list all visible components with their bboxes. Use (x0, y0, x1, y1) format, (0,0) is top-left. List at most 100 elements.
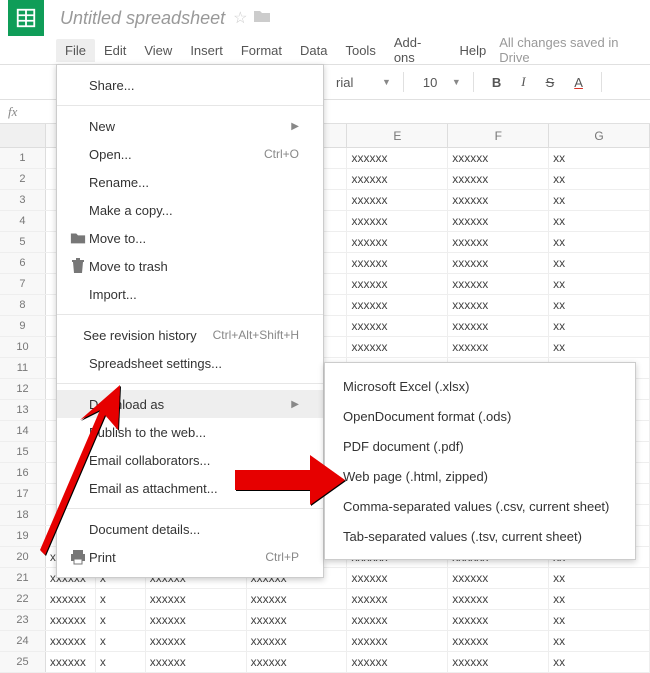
cell[interactable]: xx (549, 295, 650, 315)
row-header[interactable]: 13 (0, 400, 46, 420)
cell[interactable]: xxxxxx (448, 652, 549, 672)
row-header[interactable]: 10 (0, 337, 46, 357)
move-folder-icon[interactable] (253, 9, 271, 28)
cell[interactable]: xxxxxx (448, 190, 549, 210)
row-header[interactable]: 22 (0, 589, 46, 609)
menu-item-download-as[interactable]: Download as▶ (57, 390, 323, 418)
menu-item-email-as-attachment[interactable]: Email as attachment... (57, 474, 323, 502)
document-title[interactable]: Untitled spreadsheet (60, 8, 225, 29)
cell[interactable]: xx (549, 274, 650, 294)
cell[interactable]: xxxxxx (448, 316, 549, 336)
row-header[interactable]: 18 (0, 505, 46, 525)
menu-file[interactable]: File (56, 39, 95, 62)
cell[interactable]: xx (549, 232, 650, 252)
menu-help[interactable]: Help (450, 39, 495, 62)
submenu-item-microsoft-excel-xlsx[interactable]: Microsoft Excel (.xlsx) (325, 371, 635, 401)
menu-add-ons[interactable]: Add-ons (385, 31, 451, 69)
cell[interactable]: x (96, 610, 146, 630)
cell[interactable]: xx (549, 631, 650, 651)
cell[interactable]: xxxxxx (347, 295, 448, 315)
cell[interactable]: xxxxxx (46, 589, 96, 609)
cell[interactable]: xxxxxx (347, 316, 448, 336)
menu-view[interactable]: View (135, 39, 181, 62)
menu-item-move-to[interactable]: Move to... (57, 224, 323, 252)
cell[interactable]: xx (549, 337, 650, 357)
cell[interactable]: xxxxxx (247, 589, 348, 609)
row-header[interactable]: 7 (0, 274, 46, 294)
cell[interactable]: xxxxxx (146, 652, 247, 672)
cell[interactable]: xxxxxx (448, 274, 549, 294)
row-header[interactable]: 9 (0, 316, 46, 336)
row-header[interactable]: 3 (0, 190, 46, 210)
bold-button[interactable]: B (486, 73, 507, 92)
cell[interactable]: xxxxxx (347, 232, 448, 252)
cell[interactable]: xx (549, 148, 650, 168)
cell[interactable]: xxxxxx (448, 295, 549, 315)
text-color-button[interactable]: A (568, 73, 589, 92)
menu-data[interactable]: Data (291, 39, 336, 62)
menu-item-document-details[interactable]: Document details... (57, 515, 323, 543)
cell[interactable]: xxxxxx (448, 589, 549, 609)
cell[interactable]: xxxxxx (146, 631, 247, 651)
submenu-item-web-page-html-zipped[interactable]: Web page (.html, zipped) (325, 461, 635, 491)
menu-item-make-a-copy[interactable]: Make a copy... (57, 196, 323, 224)
cell[interactable]: xxxxxx (247, 652, 348, 672)
cell[interactable]: xxxxxx (347, 274, 448, 294)
cell[interactable]: xxxxxx (448, 211, 549, 231)
row-header[interactable]: 8 (0, 295, 46, 315)
row-header[interactable]: 25 (0, 652, 46, 672)
menu-item-share[interactable]: Share... (57, 71, 323, 99)
menu-item-spreadsheet-settings[interactable]: Spreadsheet settings... (57, 349, 323, 377)
fill-color-button[interactable] (614, 73, 626, 92)
cell[interactable]: xxxxxx (347, 169, 448, 189)
row-header[interactable]: 17 (0, 484, 46, 504)
cell[interactable]: xx (549, 610, 650, 630)
star-icon[interactable]: ☆ (233, 8, 247, 28)
cell[interactable]: xxxxxx (347, 190, 448, 210)
row-header[interactable]: 21 (0, 568, 46, 588)
menu-item-publish-to-the-web[interactable]: Publish to the web... (57, 418, 323, 446)
cell[interactable]: xxxxxx (448, 232, 549, 252)
cell[interactable]: xxxxxx (347, 568, 448, 588)
menu-item-see-revision-history[interactable]: See revision historyCtrl+Alt+Shift+H (57, 321, 323, 349)
row-header[interactable]: 14 (0, 421, 46, 441)
submenu-item-tab-separated-values-tsv-current-sheet[interactable]: Tab-separated values (.tsv, current shee… (325, 521, 635, 551)
col-header-G[interactable]: G (549, 124, 650, 147)
menu-item-rename[interactable]: Rename... (57, 168, 323, 196)
cell[interactable]: xxxxxx (448, 568, 549, 588)
cell[interactable]: xxxxxx (347, 337, 448, 357)
menu-item-import[interactable]: Import... (57, 280, 323, 308)
cell[interactable]: x (96, 631, 146, 651)
cell[interactable]: xxxxxx (46, 652, 96, 672)
row-header[interactable]: 5 (0, 232, 46, 252)
cell[interactable]: xx (549, 253, 650, 273)
row-header[interactable]: 6 (0, 253, 46, 273)
cell[interactable]: xxxxxx (247, 610, 348, 630)
cell[interactable]: xxxxxx (347, 211, 448, 231)
cell[interactable]: xxxxxx (347, 253, 448, 273)
row-header[interactable]: 1 (0, 148, 46, 168)
cell[interactable]: xxxxxx (347, 631, 448, 651)
cell[interactable]: xxxxxx (448, 253, 549, 273)
menu-tools[interactable]: Tools (336, 39, 384, 62)
cell[interactable]: xxxxxx (247, 631, 348, 651)
cell[interactable]: xxxxxx (448, 610, 549, 630)
submenu-item-pdf-document-pdf[interactable]: PDF document (.pdf) (325, 431, 635, 461)
select-all-corner[interactable] (0, 124, 46, 147)
cell[interactable]: xx (549, 211, 650, 231)
cell[interactable]: xxxxxx (347, 610, 448, 630)
submenu-item-opendocument-format-ods[interactable]: OpenDocument format (.ods) (325, 401, 635, 431)
menu-edit[interactable]: Edit (95, 39, 135, 62)
menu-item-print[interactable]: PrintCtrl+P (57, 543, 323, 571)
menu-item-email-collaborators[interactable]: Email collaborators... (57, 446, 323, 474)
menu-item-open[interactable]: Open...Ctrl+O (57, 140, 323, 168)
cell[interactable]: xxxxxx (146, 610, 247, 630)
cell[interactable]: xxxxxx (448, 631, 549, 651)
menu-item-new[interactable]: New▶ (57, 112, 323, 140)
italic-button[interactable]: I (515, 72, 531, 92)
row-header[interactable]: 11 (0, 358, 46, 378)
strikethrough-button[interactable]: S (540, 73, 561, 92)
col-header-E[interactable]: E (347, 124, 448, 147)
row-header[interactable]: 15 (0, 442, 46, 462)
menu-item-move-to-trash[interactable]: Move to trash (57, 252, 323, 280)
